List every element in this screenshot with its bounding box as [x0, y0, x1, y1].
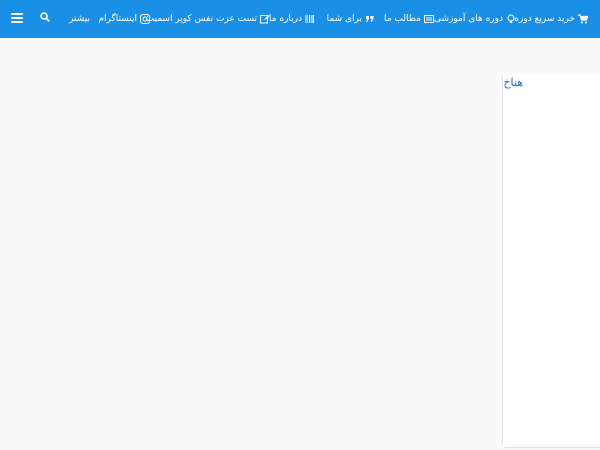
nav-item-for-you[interactable]: برای شما: [327, 12, 375, 26]
barcode-icon: [305, 14, 315, 24]
nav-item-label: اینستاگرام: [98, 14, 137, 24]
instagram-icon: [140, 14, 150, 24]
nav-item-label: تست عزت نفس کوپر اسمیت: [145, 14, 257, 24]
newspaper-icon: [424, 14, 434, 24]
nav-item-label: مطالب ما: [384, 14, 421, 24]
search-icon[interactable]: [40, 12, 50, 22]
nav-item-label: بیشتر: [69, 14, 90, 24]
nav-item-label: درباره ما: [268, 14, 302, 24]
nav-item-instagram[interactable]: اینستاگرام: [98, 12, 150, 26]
divider: [505, 447, 600, 448]
nav-item-about-us[interactable]: درباره ما: [269, 12, 315, 26]
sidebar-title: هناخ: [503, 76, 523, 89]
nav-item-quick-buy[interactable]: خرید سریع دوره: [514, 12, 588, 26]
bulb-icon: [506, 14, 516, 24]
sidebar-panel: [502, 75, 600, 445]
nav-item-label: برای شما: [326, 14, 362, 24]
quote-icon: [365, 14, 375, 24]
top-navbar: خرید سریع دوره دوره های آموزشی مطالب ما …: [0, 0, 600, 38]
hamburger-icon[interactable]: [11, 13, 23, 23]
nav-item-articles[interactable]: مطالب ما: [384, 12, 434, 26]
nav-item-more[interactable]: بیشتر: [69, 12, 90, 26]
nav-item-label: دوره های آموزشی: [433, 14, 503, 24]
nav-item-courses[interactable]: دوره های آموزشی: [434, 12, 516, 26]
nav-item-self-esteem-test[interactable]: تست عزت نفس کوپر اسمیت: [146, 12, 270, 26]
cart-icon: [578, 14, 588, 24]
edit-icon: [260, 14, 270, 24]
nav-item-label: خرید سریع دوره: [514, 14, 575, 24]
